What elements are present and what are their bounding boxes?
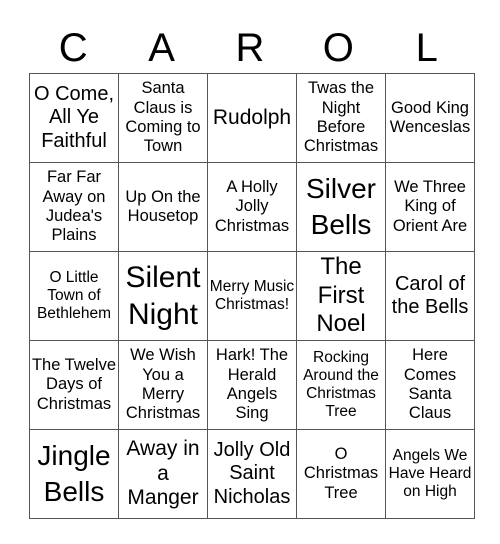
header-letter-o: O bbox=[322, 26, 354, 70]
bingo-cell[interactable]: Santa Claus is Coming to Town bbox=[118, 73, 208, 163]
bingo-cell[interactable]: Carol of the Bells bbox=[385, 251, 475, 341]
bingo-cell[interactable]: Twas the Night Before Christmas bbox=[296, 73, 386, 163]
bingo-cell[interactable]: A Holly Jolly Christmas bbox=[207, 162, 297, 252]
bingo-cell[interactable]: O Christmas Tree bbox=[296, 429, 386, 519]
bingo-cell[interactable]: The First Noel bbox=[296, 251, 386, 341]
bingo-board: O Come, All Ye Faithful Santa Claus is C… bbox=[29, 73, 475, 519]
bingo-cell[interactable]: Up On the Housetop bbox=[118, 162, 208, 252]
board-row: Jingle Bells Away in a Manger Jolly Old … bbox=[29, 429, 475, 519]
bingo-cell[interactable]: O Little Town of Bethlehem bbox=[29, 251, 119, 341]
header-letter-l: L bbox=[415, 26, 438, 70]
header-letter-r: R bbox=[235, 26, 265, 70]
board-row: O Come, All Ye Faithful Santa Claus is C… bbox=[29, 73, 475, 163]
header-letter-c: C bbox=[58, 26, 88, 70]
bingo-cell[interactable]: We Wish You a Merry Christmas bbox=[118, 340, 208, 430]
bingo-cell[interactable]: Hark! The Herald Angels Sing bbox=[207, 340, 297, 430]
bingo-cell[interactable]: Jolly Old Saint Nicholas bbox=[207, 429, 297, 519]
bingo-cell[interactable]: Away in a Manger bbox=[118, 429, 208, 519]
bingo-cell[interactable]: Merry Music Christmas! bbox=[207, 251, 297, 341]
bingo-cell[interactable]: O Come, All Ye Faithful bbox=[29, 73, 119, 163]
bingo-cell[interactable]: Angels We Have Heard on High bbox=[385, 429, 475, 519]
header-letter-a: A bbox=[148, 26, 175, 70]
bingo-cell[interactable]: Rudolph bbox=[207, 73, 297, 163]
bingo-cell[interactable]: Rocking Around the Christmas Tree bbox=[296, 340, 386, 430]
bingo-cell[interactable]: Far Far Away on Judea's Plains bbox=[29, 162, 119, 252]
bingo-cell[interactable]: Here Comes Santa Claus bbox=[385, 340, 475, 430]
board-row: O Little Town of Bethlehem Silent Night … bbox=[29, 251, 475, 341]
board-row: Far Far Away on Judea's Plains Up On the… bbox=[29, 162, 475, 252]
bingo-cell[interactable]: We Three King of Orient Are bbox=[385, 162, 475, 252]
bingo-header: C A R O L bbox=[29, 24, 471, 72]
bingo-cell[interactable]: The Twelve Days of Christmas bbox=[29, 340, 119, 430]
bingo-cell[interactable]: Good King Wenceslas bbox=[385, 73, 475, 163]
bingo-cell[interactable]: Silver Bells bbox=[296, 162, 386, 252]
bingo-cell[interactable]: Silent Night bbox=[118, 251, 208, 341]
bingo-cell[interactable]: Jingle Bells bbox=[29, 429, 119, 519]
board-row: The Twelve Days of Christmas We Wish You… bbox=[29, 340, 475, 430]
